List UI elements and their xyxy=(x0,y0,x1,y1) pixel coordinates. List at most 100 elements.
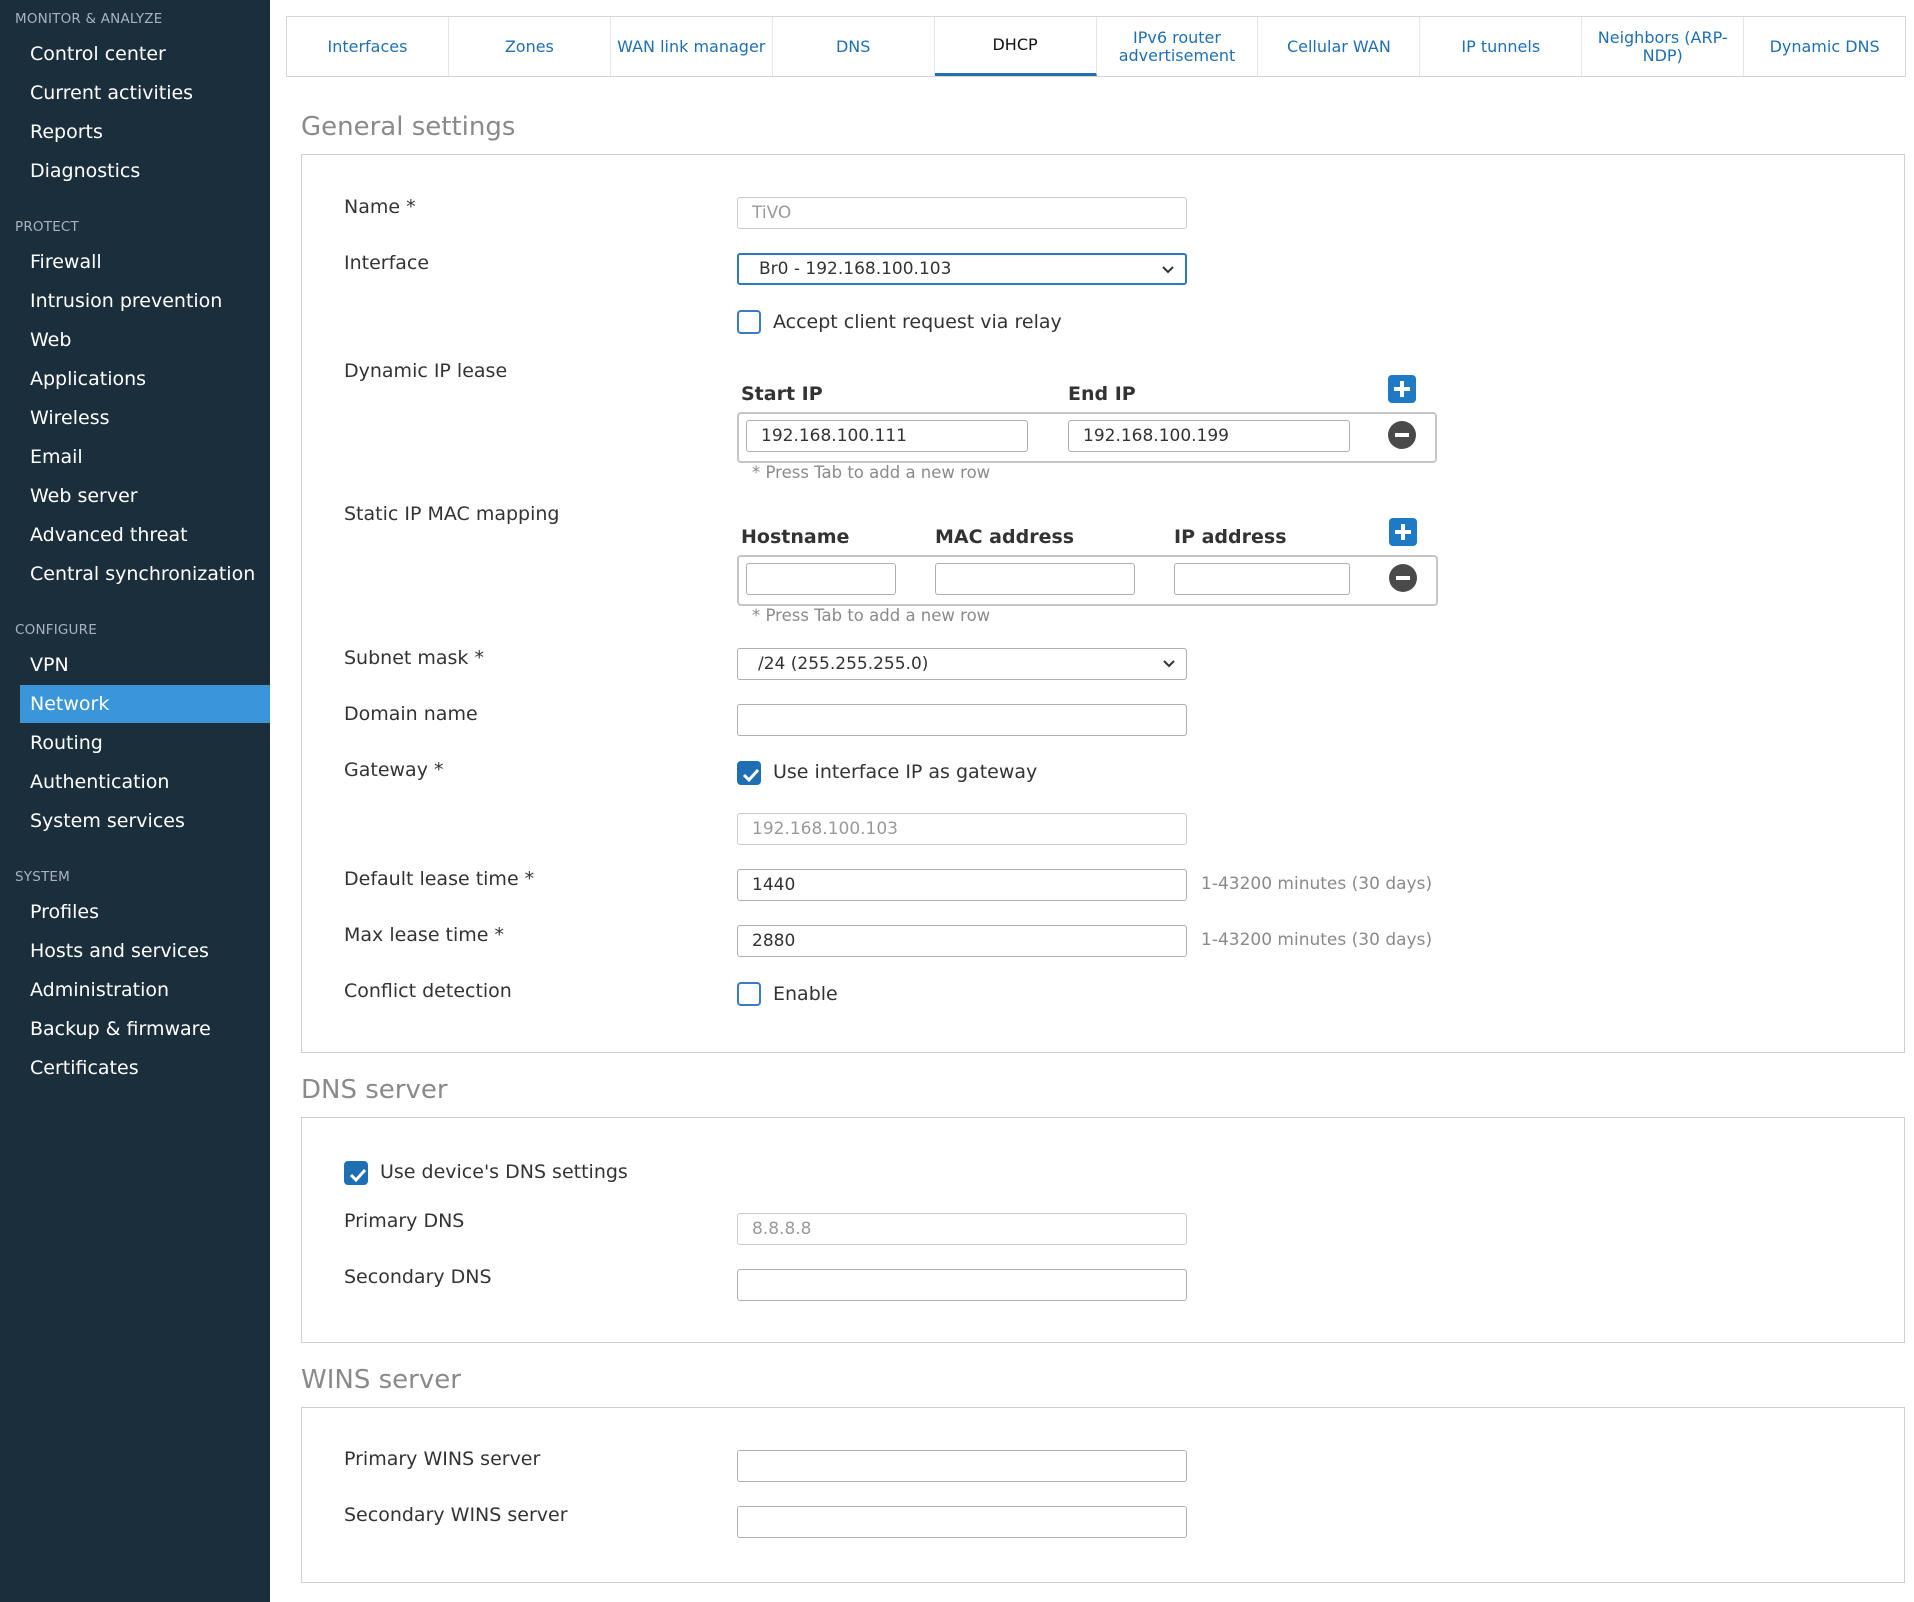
sidebar-item-hosts-and-services[interactable]: Hosts and services xyxy=(20,932,270,970)
sidebar-item-current-activities[interactable]: Current activities xyxy=(20,74,270,112)
start-ip-input[interactable]: 192.168.100.111 xyxy=(746,420,1028,452)
use-device-dns-checkbox[interactable] xyxy=(344,1161,368,1185)
dns-server-title: DNS server xyxy=(301,1075,448,1105)
sidebar-item-backup-firmware[interactable]: Backup & firmware xyxy=(20,1010,270,1048)
chevron-down-icon xyxy=(1163,660,1175,668)
conflict-detection-label: Conflict detection xyxy=(344,980,512,1002)
sidebar-section-monitor: MONITOR & ANALYZE xyxy=(15,11,163,27)
conflict-detection-checkbox[interactable] xyxy=(737,982,761,1006)
ip-address-input[interactable] xyxy=(1174,563,1350,595)
general-settings-title: General settings xyxy=(301,112,516,142)
minus-icon xyxy=(1396,576,1410,580)
primary-wins-label: Primary WINS server xyxy=(344,1448,541,1470)
add-static-row-button[interactable] xyxy=(1389,518,1417,546)
sidebar-item-routing[interactable]: Routing xyxy=(20,724,270,762)
sidebar-item-web[interactable]: Web xyxy=(20,321,270,359)
tab-zones[interactable]: Zones xyxy=(449,17,611,76)
subnet-mask-label: Subnet mask * xyxy=(344,647,484,669)
max-lease-time-help: 1-43200 minutes (30 days) xyxy=(1201,930,1433,950)
remove-lease-row-button[interactable] xyxy=(1388,421,1416,449)
sidebar-item-diagnostics[interactable]: Diagnostics xyxy=(20,152,270,190)
wins-server-title: WINS server xyxy=(301,1365,461,1395)
mac-address-input[interactable] xyxy=(935,563,1135,595)
sidebar-item-wireless[interactable]: Wireless xyxy=(20,399,270,437)
sidebar-item-firewall[interactable]: Firewall xyxy=(20,243,270,281)
relay-checkbox[interactable] xyxy=(737,310,761,334)
subnet-mask-value: /24 (255.255.255.0) xyxy=(758,654,929,674)
sidebar-item-reports[interactable]: Reports xyxy=(20,113,270,151)
primary-dns-input[interactable]: 8.8.8.8 xyxy=(737,1213,1187,1245)
plus-icon xyxy=(1394,381,1410,397)
add-lease-row-button[interactable] xyxy=(1388,375,1416,403)
interface-label: Interface xyxy=(344,252,430,274)
hostname-header: Hostname xyxy=(741,526,850,548)
static-ip-mac-mapping-label: Static IP MAC mapping xyxy=(344,503,560,525)
sidebar-item-certificates[interactable]: Certificates xyxy=(20,1049,270,1087)
mac-address-header: MAC address xyxy=(935,526,1075,548)
sidebar-item-central-synchronization[interactable]: Central synchronization xyxy=(20,555,270,593)
tab-interfaces[interactable]: Interfaces xyxy=(287,17,449,76)
tab-ipv6-router-advertisement[interactable]: IPv6 router advertisement xyxy=(1097,17,1259,76)
max-lease-time-input[interactable]: 2880 xyxy=(737,925,1187,957)
sidebar: MONITOR & ANALYZE Control center Current… xyxy=(0,0,270,1602)
gateway-input[interactable]: 192.168.100.103 xyxy=(737,813,1187,845)
sidebar-item-control-center[interactable]: Control center xyxy=(20,35,270,73)
interface-select[interactable]: Br0 - 192.168.100.103 xyxy=(737,253,1187,285)
secondary-wins-input[interactable] xyxy=(737,1506,1187,1538)
sidebar-item-vpn[interactable]: VPN xyxy=(20,646,270,684)
sidebar-section-protect: PROTECT xyxy=(15,219,79,235)
use-interface-ip-gateway-checkbox[interactable] xyxy=(737,761,761,785)
tab-bar: Interfaces Zones WAN link manager DNS DH… xyxy=(286,16,1906,77)
secondary-wins-label: Secondary WINS server xyxy=(344,1504,568,1526)
sidebar-item-email[interactable]: Email xyxy=(20,438,270,476)
tab-dhcp[interactable]: DHCP xyxy=(934,17,1097,76)
sidebar-item-profiles[interactable]: Profiles xyxy=(20,893,270,931)
sidebar-item-web-server[interactable]: Web server xyxy=(20,477,270,515)
sidebar-item-advanced-threat[interactable]: Advanced threat xyxy=(20,516,270,554)
remove-static-row-button[interactable] xyxy=(1389,564,1417,592)
name-input[interactable]: TiVO xyxy=(737,197,1187,229)
tab-ip-tunnels[interactable]: IP tunnels xyxy=(1420,17,1583,76)
sidebar-item-administration[interactable]: Administration xyxy=(20,971,270,1009)
default-lease-time-label: Default lease time * xyxy=(344,868,535,890)
tab-wan-link-manager[interactable]: WAN link manager xyxy=(611,17,773,76)
end-ip-header: End IP xyxy=(1068,383,1136,405)
dynamic-lease-hint: * Press Tab to add a new row xyxy=(752,463,991,482)
secondary-dns-label: Secondary DNS xyxy=(344,1266,492,1288)
sidebar-item-system-services[interactable]: System services xyxy=(20,802,270,840)
dynamic-ip-lease-label: Dynamic IP lease xyxy=(344,360,508,382)
interface-select-value: Br0 - 192.168.100.103 xyxy=(759,259,952,279)
sidebar-item-intrusion-prevention[interactable]: Intrusion prevention xyxy=(20,282,270,320)
conflict-detection-enable-label: Enable xyxy=(773,983,838,1005)
tab-dns[interactable]: DNS xyxy=(773,17,935,76)
sidebar-section-configure: CONFIGURE xyxy=(15,622,97,638)
use-device-dns-label: Use device's DNS settings xyxy=(380,1161,628,1183)
use-interface-ip-gateway-label: Use interface IP as gateway xyxy=(773,761,1038,783)
tab-cellular-wan[interactable]: Cellular WAN xyxy=(1258,17,1421,76)
sidebar-section-system: SYSTEM xyxy=(15,869,71,885)
wins-server-panel xyxy=(301,1407,1905,1583)
chevron-down-icon xyxy=(1162,266,1174,274)
plus-icon xyxy=(1395,524,1411,540)
domain-name-label: Domain name xyxy=(344,703,478,725)
sidebar-item-applications[interactable]: Applications xyxy=(20,360,270,398)
max-lease-time-label: Max lease time * xyxy=(344,924,505,946)
tab-neighbors[interactable]: Neighbors (ARP-NDP) xyxy=(1582,17,1745,76)
static-mapping-hint: * Press Tab to add a new row xyxy=(752,606,991,625)
ip-address-header: IP address xyxy=(1174,526,1287,548)
default-lease-time-input[interactable]: 1440 xyxy=(737,869,1187,901)
gateway-label: Gateway * xyxy=(344,759,444,781)
sidebar-item-authentication[interactable]: Authentication xyxy=(20,763,270,801)
primary-wins-input[interactable] xyxy=(737,1450,1187,1482)
tab-dynamic-dns[interactable]: Dynamic DNS xyxy=(1744,17,1905,76)
default-lease-time-help: 1-43200 minutes (30 days) xyxy=(1201,874,1433,894)
check-icon xyxy=(742,768,760,783)
sidebar-item-network[interactable]: Network xyxy=(20,685,270,723)
primary-dns-label: Primary DNS xyxy=(344,1210,465,1232)
hostname-input[interactable] xyxy=(746,563,896,595)
end-ip-input[interactable]: 192.168.100.199 xyxy=(1068,420,1350,452)
domain-name-input[interactable] xyxy=(737,704,1187,736)
subnet-mask-select[interactable]: /24 (255.255.255.0) xyxy=(737,648,1187,680)
minus-icon xyxy=(1395,433,1409,437)
secondary-dns-input[interactable] xyxy=(737,1269,1187,1301)
